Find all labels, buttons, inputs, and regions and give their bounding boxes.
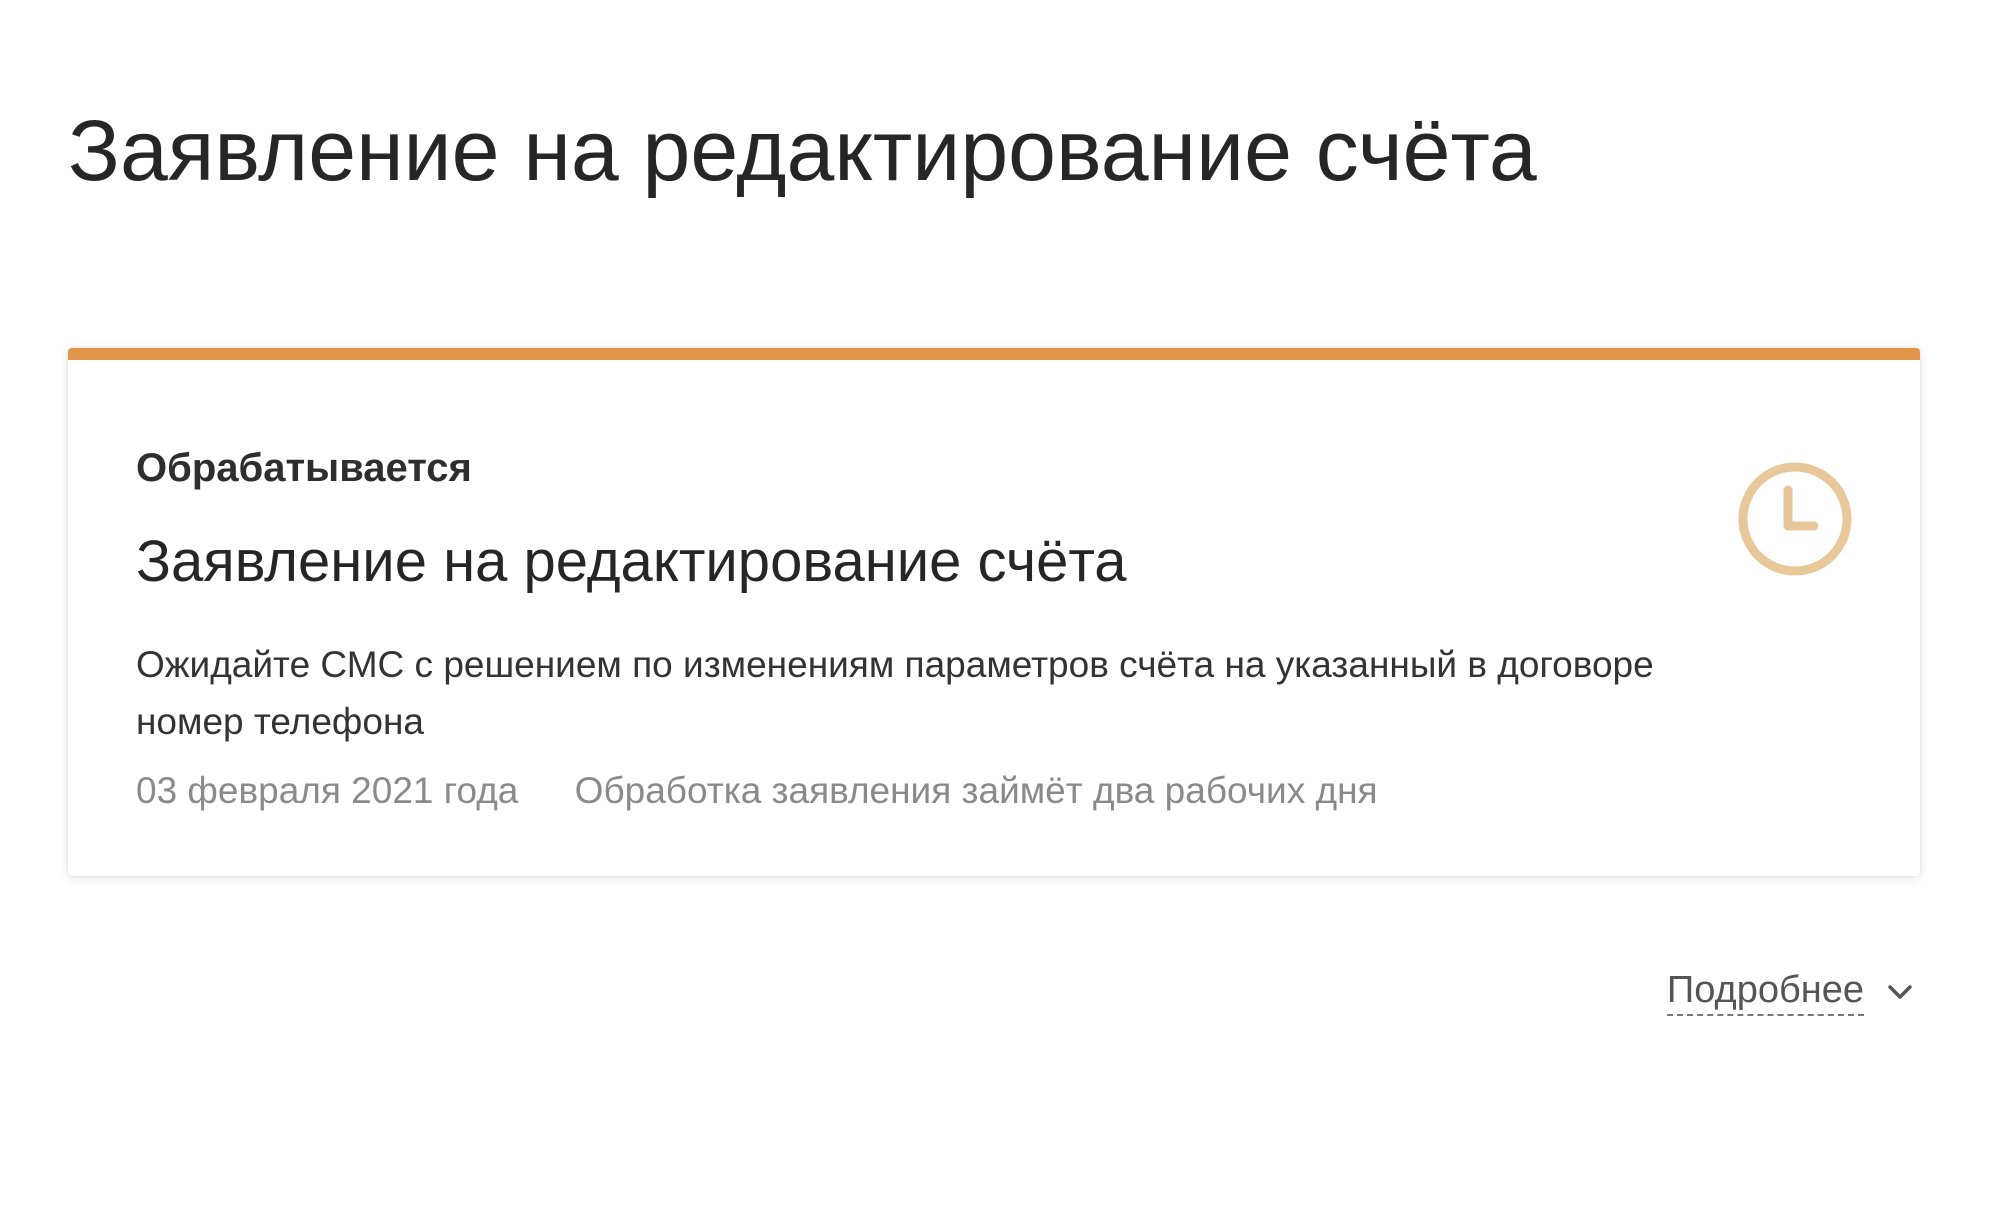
card-meta: 03 февраля 2021 года Обработка заявления… bbox=[136, 770, 1378, 812]
chevron-down-icon[interactable] bbox=[1882, 974, 1918, 1010]
card-title: Заявление на редактирование счёта bbox=[136, 529, 1127, 594]
status-badge: Обрабатывается bbox=[136, 446, 472, 490]
application-date: 03 февраля 2021 года bbox=[136, 770, 519, 811]
details-toggle[interactable]: Подробнее bbox=[1666, 968, 1918, 1016]
page-title: Заявление на редактирование счёта bbox=[68, 103, 1537, 199]
clock-icon bbox=[1736, 460, 1854, 578]
details-label[interactable]: Подробнее bbox=[1666, 968, 1864, 1016]
status-card: Обрабатывается Заявление на редактирован… bbox=[68, 348, 1920, 876]
processing-note: Обработка заявления займёт два рабочих д… bbox=[574, 770, 1378, 811]
card-description: Ожидайте СМС с решением по изменениям па… bbox=[136, 644, 1654, 742]
